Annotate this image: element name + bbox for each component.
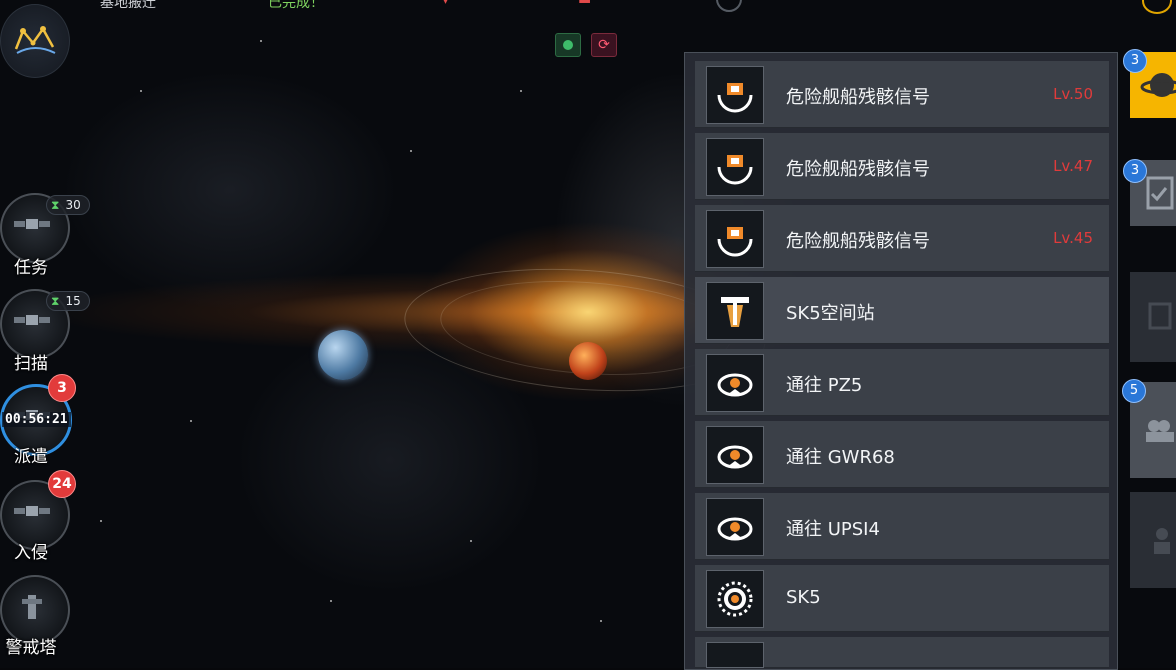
hourglass-icon: ⧗ — [51, 198, 60, 212]
list-icon-partial — [706, 642, 764, 668]
list-item[interactable]: SK5空间站 — [695, 277, 1109, 344]
red-planet[interactable] — [569, 342, 607, 380]
location-name: 危险舰船残骸信号 — [786, 159, 930, 180]
notification-badge: 3 — [48, 374, 76, 402]
star-dot — [260, 40, 262, 42]
star-dot — [330, 600, 332, 602]
list-item-partial[interactable] — [695, 637, 1109, 668]
menu-dispatch[interactable]: 00:56:21 3 派遣 — [0, 374, 76, 467]
menu-label: 入侵 — [14, 543, 48, 563]
level-label: Lv.47 — [1053, 157, 1093, 175]
wreck-signal-icon — [706, 66, 764, 124]
satellite-icon — [14, 219, 50, 229]
stargate-icon — [706, 354, 764, 412]
tab-badge: 3 — [1123, 159, 1147, 183]
menu-label: 扫描 — [14, 354, 48, 374]
stargate-icon — [706, 426, 764, 484]
timer-pill: ⧗ 15 — [46, 291, 90, 311]
refresh-red-icon: ⟳ — [598, 37, 610, 53]
wreck-signal-icon — [706, 138, 764, 196]
list-item[interactable]: 通往 PZ5 — [695, 349, 1109, 416]
location-name: SK5 — [786, 587, 821, 608]
list-item[interactable]: 通往 GWR68 — [695, 421, 1109, 488]
location-name: 通往 UPSI4 — [786, 519, 880, 540]
menu-watchtower[interactable]: 警戒塔 — [0, 575, 70, 658]
list-item[interactable]: SK5 — [695, 565, 1109, 632]
green-indicator-button[interactable] — [555, 33, 581, 57]
star-dot — [600, 620, 602, 622]
tab-pilot[interactable] — [1130, 492, 1176, 588]
location-list-panel: 危险舰船残骸信号 Lv.50 危险舰船残骸信号 Lv.47 危险舰船残骸信号 L… — [684, 52, 1118, 670]
tab-modules[interactable] — [1130, 272, 1176, 362]
menu-label: 派遣 — [14, 447, 48, 467]
star-dot — [100, 520, 102, 522]
alert-mark: ▬ — [578, 0, 592, 8]
satellite-icon — [14, 315, 50, 325]
tab-badge: 5 — [1122, 379, 1146, 403]
level-label: Lv.45 — [1053, 229, 1093, 247]
menu-label: 任务 — [14, 258, 48, 278]
relocation-status: 已完成！ — [268, 0, 324, 11]
timer-count: 15 — [65, 294, 81, 308]
timer-pill: ⧗ 30 — [46, 195, 90, 215]
timer-count: 30 — [65, 198, 81, 212]
space-station-icon — [706, 282, 764, 340]
location-name: SK5空间站 — [786, 303, 875, 324]
level-label: Lv.50 — [1053, 85, 1093, 103]
menu-invasion[interactable]: 24 入侵 — [0, 470, 76, 563]
star-dot — [190, 420, 192, 422]
menu-mission[interactable]: ⧗ 30 任务 — [0, 193, 90, 278]
list-item[interactable]: 危险舰船残骸信号 Lv.47 — [695, 133, 1109, 200]
star-dot — [140, 90, 142, 92]
countdown-timer: 00:56:21 — [2, 412, 71, 427]
list-item[interactable]: 危险舰船残骸信号 Lv.50 — [695, 61, 1109, 128]
location-name: 通往 PZ5 — [786, 375, 863, 396]
list-item[interactable]: 通往 UPSI4 — [695, 493, 1109, 560]
location-name: 危险舰船残骸信号 — [786, 231, 930, 252]
avatar[interactable] — [0, 4, 70, 78]
sun-icon — [706, 570, 764, 628]
relocation-label: 基地搬迁 — [100, 0, 156, 11]
tower-icon — [22, 595, 42, 619]
menu-label: 警戒塔 — [5, 638, 57, 658]
list-item[interactable]: 危险舰船残骸信号 Lv.45 — [695, 205, 1109, 272]
refresh-red-button[interactable]: ⟳ — [591, 33, 617, 57]
menu-scan[interactable]: ⧗ 15 扫描 — [0, 289, 90, 374]
satellite-icon — [14, 506, 50, 516]
blue-planet[interactable] — [318, 330, 368, 380]
alert-mark: ▾ — [442, 0, 450, 8]
green-indicator-icon — [563, 40, 573, 50]
pilot-icon — [1154, 528, 1170, 554]
star-dot — [470, 540, 472, 542]
location-name: 危险舰船残骸信号 — [786, 87, 930, 108]
star-dot — [520, 90, 522, 92]
top-status-strip: 基地搬迁 已完成！ ▾ ▬ — [80, 0, 780, 16]
tab-badge: 3 — [1123, 49, 1147, 73]
wreck-signal-icon — [706, 210, 764, 268]
shield-icon[interactable] — [716, 0, 742, 12]
location-name: 通往 GWR68 — [786, 447, 895, 468]
module-icon — [1148, 302, 1172, 330]
hourglass-icon: ⧗ — [51, 294, 60, 308]
stargate-icon — [706, 498, 764, 556]
star-dot — [410, 150, 412, 152]
constellation-map-icon — [14, 26, 56, 54]
notification-badge: 24 — [48, 470, 76, 498]
